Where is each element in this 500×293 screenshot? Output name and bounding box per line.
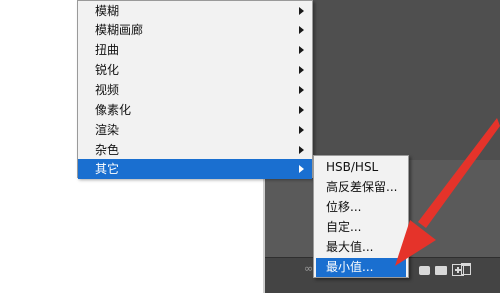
submenu-arrow-icon: [299, 86, 304, 94]
folder-icon[interactable]: [435, 266, 447, 275]
submenu-arrow-icon: [299, 146, 304, 154]
menu-item-label: 视频: [95, 83, 120, 97]
menu-item-maximum[interactable]: 最大值...: [316, 238, 406, 257]
menu-item-other[interactable]: 其它: [78, 159, 312, 179]
submenu-arrow-icon: [299, 165, 304, 173]
menu-item-high-pass[interactable]: 高反差保留...: [316, 178, 406, 197]
menu-item-offset[interactable]: 位移...: [316, 198, 406, 217]
menu-item-label: 渲染: [95, 123, 120, 137]
menu-item-sharpen[interactable]: 锐化: [78, 60, 312, 80]
menu-item-label: 锐化: [95, 63, 120, 77]
filter-submenu: 模糊 模糊画廊 扭曲 锐化 视频 像素化 渲染 杂色 其它: [77, 0, 313, 179]
menu-item-label: 像素化: [95, 103, 132, 117]
menu-item-noise[interactable]: 杂色: [78, 140, 312, 160]
menu-item-label: 自定...: [326, 220, 362, 234]
other-submenu: HSB/HSL 高反差保留... 位移... 自定... 最大值... 最小值.…: [313, 155, 409, 278]
menu-item-label: 最小值...: [326, 260, 374, 274]
menu-item-label: 最大值...: [326, 240, 374, 254]
menu-item-label: 模糊: [95, 4, 120, 18]
menu-item-label: 位移...: [326, 200, 362, 214]
menu-item-render[interactable]: 渲染: [78, 120, 312, 140]
menu-item-hsb-hsl[interactable]: HSB/HSL: [316, 158, 406, 177]
submenu-arrow-icon: [299, 126, 304, 134]
submenu-arrow-icon: [299, 106, 304, 114]
menu-item-pixelate[interactable]: 像素化: [78, 100, 312, 120]
menu-item-blur[interactable]: 模糊: [78, 1, 312, 21]
submenu-arrow-icon: [299, 26, 304, 34]
mask-icon[interactable]: [419, 266, 430, 275]
menu-item-blur-gallery[interactable]: 模糊画廊: [78, 20, 312, 40]
menu-item-label: 模糊画廊: [95, 23, 144, 37]
menu-item-label: 扭曲: [95, 43, 120, 57]
submenu-arrow-icon: [299, 66, 304, 74]
menu-item-label: 高反差保留...: [326, 180, 398, 194]
menu-item-label: 其它: [95, 162, 120, 176]
submenu-arrow-icon: [299, 46, 304, 54]
menu-item-label: HSB/HSL: [326, 160, 379, 174]
menu-item-distort[interactable]: 扭曲: [78, 40, 312, 60]
trash-icon[interactable]: [461, 263, 471, 275]
menu-item-video[interactable]: 视频: [78, 80, 312, 100]
menu-item-label: 杂色: [95, 143, 120, 157]
submenu-arrow-icon: [299, 7, 304, 15]
menu-item-minimum[interactable]: 最小值...: [316, 258, 406, 277]
menu-item-custom[interactable]: 自定...: [316, 218, 406, 237]
